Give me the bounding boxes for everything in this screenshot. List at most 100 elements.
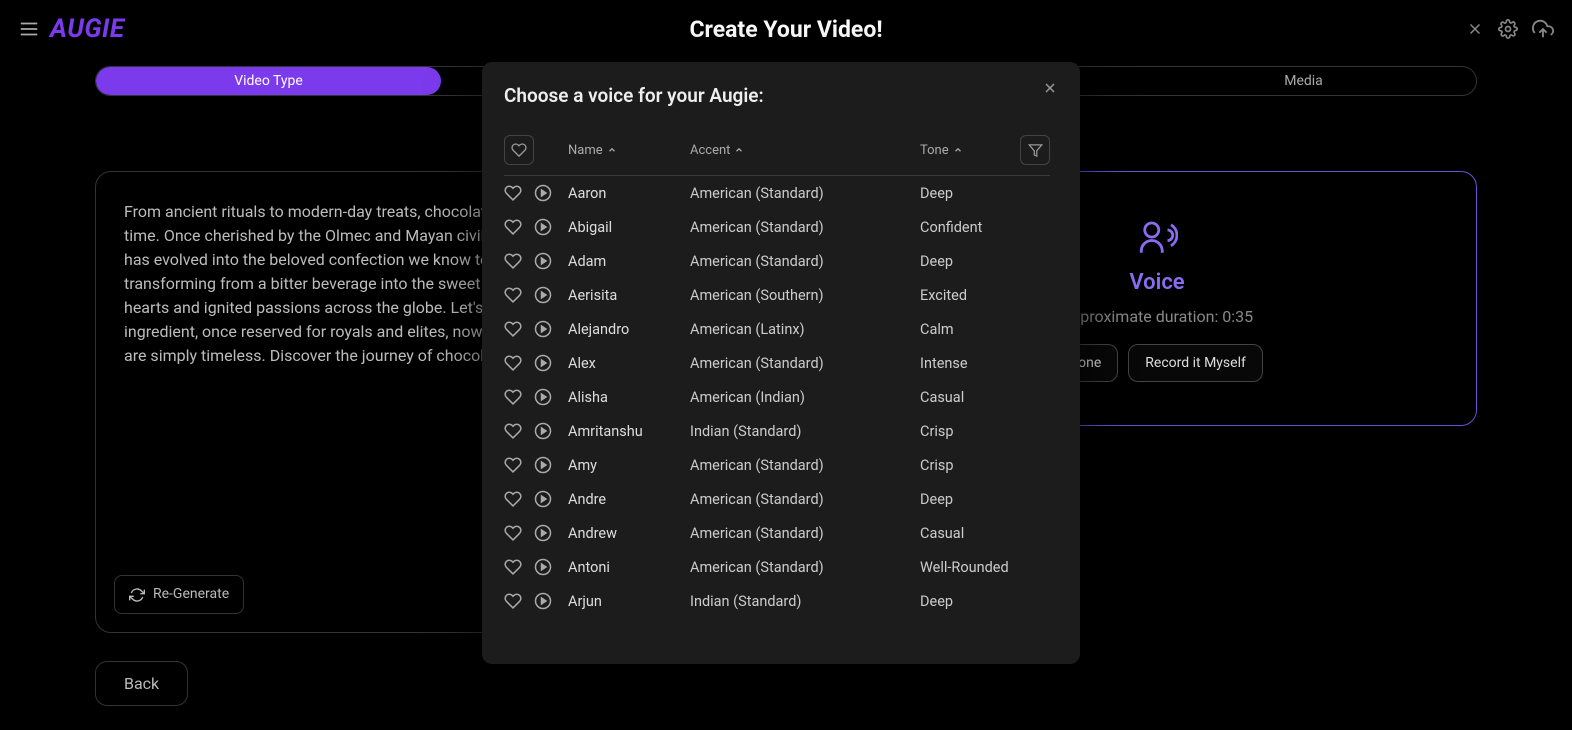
voice-row[interactable]: AntoniAmerican (Standard)Well-Rounded	[504, 550, 1074, 584]
play-icon[interactable]	[534, 252, 568, 270]
column-tone-label: Tone	[920, 143, 949, 158]
heart-icon[interactable]	[504, 490, 534, 508]
back-button[interactable]: Back	[95, 661, 188, 706]
favorites-filter-button[interactable]	[504, 135, 534, 165]
column-header-accent[interactable]: Accent	[690, 143, 920, 158]
heart-icon[interactable]	[504, 524, 534, 542]
voice-tone: Deep	[920, 593, 1074, 610]
voice-row[interactable]: AlishaAmerican (Indian)Casual	[504, 380, 1074, 414]
voice-name: Alisha	[568, 389, 690, 406]
voice-row[interactable]: AaronAmerican (Standard)Deep	[504, 176, 1074, 210]
voice-row[interactable]: AdamAmerican (Standard)Deep	[504, 244, 1074, 278]
heart-icon[interactable]	[504, 422, 534, 440]
voice-accent: American (Standard)	[690, 355, 920, 372]
heart-icon[interactable]	[504, 252, 534, 270]
modal-close-button[interactable]	[1042, 80, 1058, 96]
voice-name: Adam	[568, 253, 690, 270]
top-right-icons	[1466, 18, 1554, 40]
voice-accent: Indian (Standard)	[690, 593, 920, 610]
voice-tone: Excited	[920, 287, 1074, 304]
regenerate-label: Re-Generate	[153, 584, 229, 605]
cloud-upload-icon[interactable]	[1532, 18, 1554, 40]
modal-title: Choose a voice for your Augie:	[504, 84, 1078, 125]
voice-row[interactable]: AlexAmerican (Standard)Intense	[504, 346, 1074, 380]
voice-accent: American (Standard)	[690, 219, 920, 236]
gear-icon[interactable]	[1498, 19, 1518, 39]
voice-row[interactable]: AerisitaAmerican (Southern)Excited	[504, 278, 1074, 312]
voice-title: Voice	[1129, 270, 1184, 295]
play-icon[interactable]	[534, 456, 568, 474]
voice-option-record[interactable]: Record it Myself	[1128, 344, 1263, 382]
play-icon[interactable]	[534, 320, 568, 338]
heart-icon[interactable]	[504, 456, 534, 474]
voice-accent: American (Standard)	[690, 253, 920, 270]
heart-icon[interactable]	[504, 184, 534, 202]
voice-row[interactable]: AbigailAmerican (Standard)Confident	[504, 210, 1074, 244]
voice-table-header: Name Accent Tone	[504, 125, 1050, 176]
regenerate-button[interactable]: Re-Generate	[114, 575, 244, 614]
voice-accent: American (Southern)	[690, 287, 920, 304]
play-icon[interactable]	[534, 490, 568, 508]
voice-name: Alejandro	[568, 321, 690, 338]
voice-row[interactable]: AndreAmerican (Standard)Deep	[504, 482, 1074, 516]
voice-name: Andre	[568, 491, 690, 508]
play-icon[interactable]	[534, 592, 568, 610]
voice-tone: Confident	[920, 219, 1074, 236]
heart-icon[interactable]	[504, 218, 534, 236]
voice-accent: American (Standard)	[690, 491, 920, 508]
heart-icon[interactable]	[504, 388, 534, 406]
voice-name: Alex	[568, 355, 690, 372]
close-icon[interactable]	[1466, 20, 1484, 38]
column-header-tone[interactable]: Tone	[920, 143, 1020, 158]
voice-tone: Well-Rounded	[920, 559, 1074, 576]
play-icon[interactable]	[534, 558, 568, 576]
column-header-name[interactable]: Name	[568, 143, 690, 158]
voice-tone: Deep	[920, 253, 1074, 270]
heart-icon[interactable]	[504, 354, 534, 372]
play-icon[interactable]	[534, 388, 568, 406]
voice-tone: Deep	[920, 491, 1074, 508]
voice-accent: American (Standard)	[690, 559, 920, 576]
voice-accent: Indian (Standard)	[690, 423, 920, 440]
voice-chooser-modal: Choose a voice for your Augie: Name Acce…	[482, 62, 1080, 664]
voice-icon	[1136, 216, 1178, 258]
voice-name: Amritanshu	[568, 423, 690, 440]
play-icon[interactable]	[534, 218, 568, 236]
voice-name: Abigail	[568, 219, 690, 236]
column-accent-label: Accent	[690, 143, 730, 158]
voice-accent: American (Latinx)	[690, 321, 920, 338]
voice-row[interactable]: ArjunIndian (Standard)Deep	[504, 584, 1074, 618]
play-icon[interactable]	[534, 422, 568, 440]
voice-tone: Crisp	[920, 423, 1074, 440]
voice-name: Antoni	[568, 559, 690, 576]
heart-icon[interactable]	[504, 592, 534, 610]
heart-icon[interactable]	[504, 558, 534, 576]
heart-icon[interactable]	[504, 320, 534, 338]
play-icon[interactable]	[534, 354, 568, 372]
voice-name: Arjun	[568, 593, 690, 610]
voice-name: Andrew	[568, 525, 690, 542]
voice-list[interactable]: AaronAmerican (Standard)DeepAbigailAmeri…	[504, 176, 1078, 664]
voice-row[interactable]: AlejandroAmerican (Latinx)Calm	[504, 312, 1074, 346]
sort-asc-icon	[953, 145, 963, 155]
voice-row[interactable]: AndrewAmerican (Standard)Casual	[504, 516, 1074, 550]
progress-step-video-type[interactable]: Video Type	[96, 67, 441, 95]
voice-name: Aerisita	[568, 287, 690, 304]
voice-tone: Intense	[920, 355, 1074, 372]
voice-accent: American (Indian)	[690, 389, 920, 406]
logo[interactable]: AUGIE	[50, 14, 125, 44]
progress-step-media[interactable]: Media	[1131, 67, 1476, 95]
play-icon[interactable]	[534, 524, 568, 542]
refresh-icon	[129, 587, 145, 603]
voice-accent: American (Standard)	[690, 185, 920, 202]
page-title: Create Your Video!	[689, 16, 882, 43]
filter-button[interactable]	[1020, 135, 1050, 165]
play-icon[interactable]	[534, 286, 568, 304]
voice-tone: Deep	[920, 185, 1074, 202]
sort-asc-icon	[734, 145, 744, 155]
voice-row[interactable]: AmyAmerican (Standard)Crisp	[504, 448, 1074, 482]
menu-icon[interactable]	[18, 18, 40, 40]
play-icon[interactable]	[534, 184, 568, 202]
heart-icon[interactable]	[504, 286, 534, 304]
voice-row[interactable]: AmritanshuIndian (Standard)Crisp	[504, 414, 1074, 448]
